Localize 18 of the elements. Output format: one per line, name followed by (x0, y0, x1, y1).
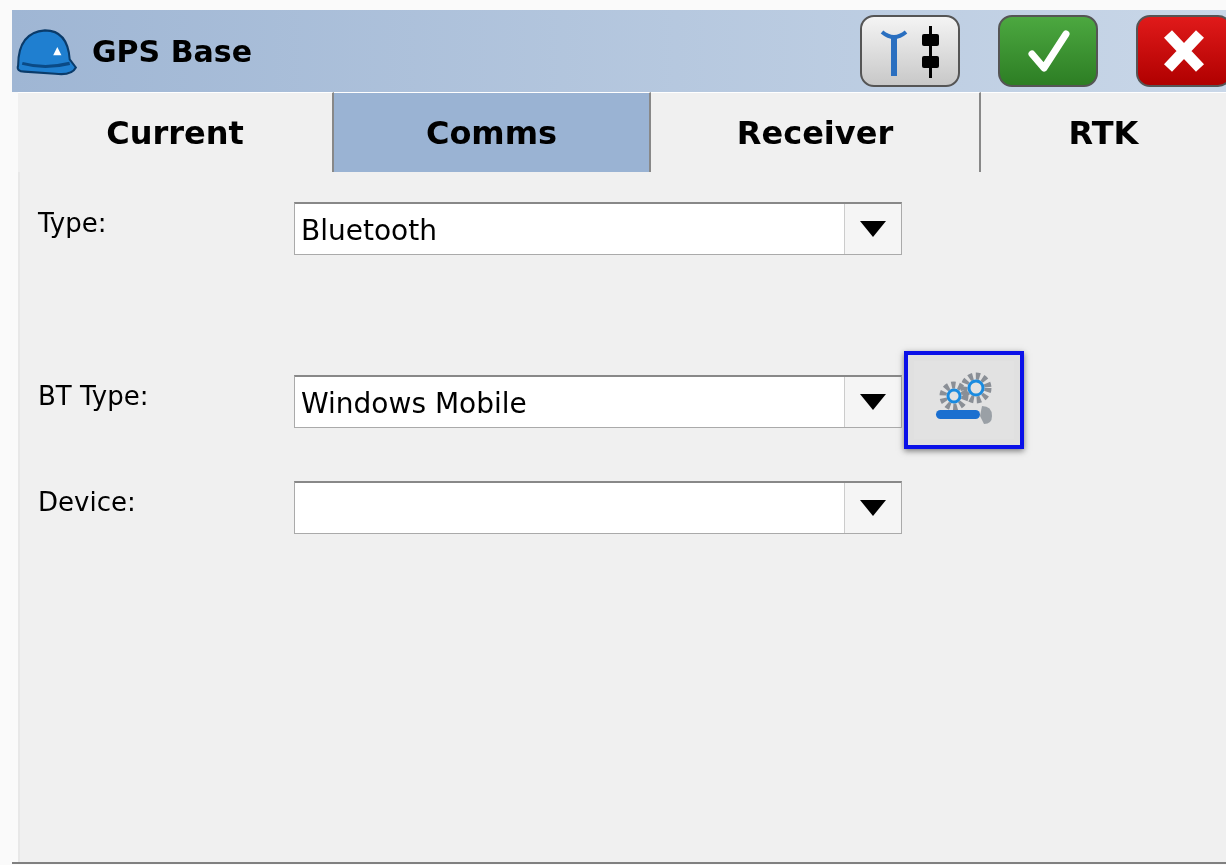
ok-button[interactable] (998, 15, 1098, 87)
window-title: GPS Base (92, 33, 252, 69)
field-label: Type: (38, 207, 108, 238)
tab[interactable]: Current (18, 92, 334, 172)
dropdown-field[interactable] (294, 481, 902, 534)
dropdown-arrow-icon (860, 500, 886, 516)
antenna-button[interactable] (860, 15, 960, 87)
field-label: BT Type: (38, 380, 150, 411)
field-label: Device: (38, 486, 137, 517)
tab[interactable]: Comms (334, 92, 651, 172)
dropdown-arrow-icon (860, 221, 886, 237)
settings-button[interactable] (904, 351, 1024, 449)
tab[interactable]: Receiver (651, 92, 981, 172)
dropdown-field[interactable]: Windows Mobile (294, 375, 902, 428)
tab[interactable]: RTK (981, 92, 1226, 172)
dropdown-arrow-icon (860, 394, 886, 410)
dropdown-field[interactable]: Bluetooth (294, 202, 902, 255)
cancel-button[interactable] (1136, 15, 1226, 87)
